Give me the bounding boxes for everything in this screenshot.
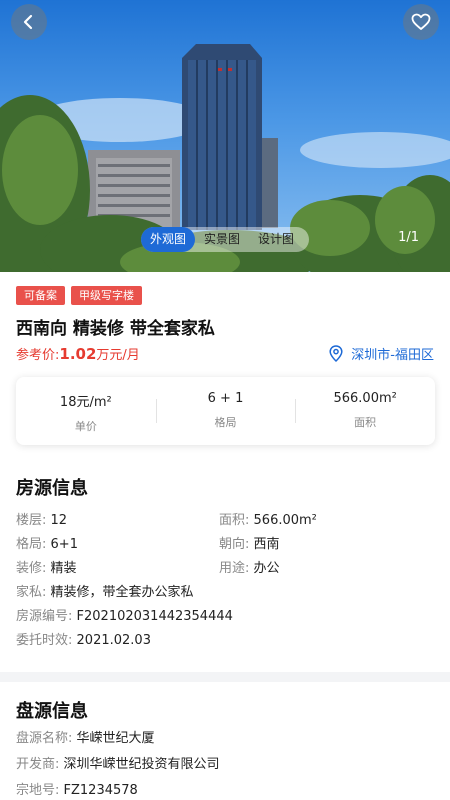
info-row: 委托时效: 2021.02.03 <box>16 629 151 648</box>
info-row: 朝向: 西南 <box>219 533 280 552</box>
info-value: 办公 <box>253 561 280 576</box>
info-row: 格局: 6+1 <box>16 533 78 552</box>
info-key: 面积: <box>219 513 250 528</box>
favorite-button[interactable] <box>403 4 439 40</box>
stat-layout: 6 + 1 格局 <box>155 377 296 445</box>
info-key: 家私: <box>16 585 47 600</box>
chevron-left-icon <box>23 14 33 30</box>
info-key: 盘源名称: <box>16 731 73 746</box>
heart-icon <box>411 13 431 30</box>
gallery-tabs: 外观图 实景图 设计图 <box>141 227 309 252</box>
info-row: 装修: 精装 <box>16 557 77 576</box>
back-button[interactable] <box>11 4 47 40</box>
stat-value: 18元/m² <box>59 395 112 410</box>
info-key: 宗地号: <box>16 783 60 798</box>
info-value: 西南 <box>253 537 280 552</box>
info-key: 朝向: <box>219 537 250 552</box>
stat-value: 566.00m² <box>333 391 397 406</box>
stat-label: 单价 <box>74 420 97 433</box>
badge-list: 可备案 甲级写字楼 <box>16 286 142 305</box>
info-row: 盘源名称: 华嵘世纪大厦 <box>16 727 155 746</box>
stat-unit-price: 18元/m² 单价 <box>16 377 156 445</box>
info-value: 2021.02.03 <box>76 633 151 648</box>
info-value: 566.00m² <box>253 513 317 528</box>
location-link[interactable]: 深圳市-福田区 <box>329 344 434 363</box>
info-row: 宗地号: FZ1234578 <box>16 779 138 798</box>
info-row: 家私: 精装修，带全套办公家私 <box>16 581 194 600</box>
section-title-building-info: 盘源信息 <box>16 701 88 722</box>
info-value: 精装 <box>50 561 77 576</box>
location-text: 深圳市-福田区 <box>351 348 434 363</box>
stats-card: 18元/m² 单价 6 + 1 格局 566.00m² 面积 <box>16 377 435 445</box>
photo-gallery[interactable]: 外观图 实景图 设计图 1/1 <box>0 0 450 272</box>
image-counter: 1/1 <box>398 230 419 245</box>
info-row: 面积: 566.00m² <box>219 509 317 528</box>
info-value: 6+1 <box>50 537 78 552</box>
section-divider <box>0 672 450 682</box>
info-value: 深圳华嵘世纪投资有限公司 <box>63 757 220 772</box>
info-value: F202102031442354444 <box>76 609 233 624</box>
badge-filing: 可备案 <box>16 286 65 305</box>
info-key: 用途: <box>219 561 250 576</box>
price-row: 参考价:1.02万元/月 深圳市-福田区 <box>16 344 434 364</box>
info-value: 华嵘世纪大厦 <box>76 731 155 746</box>
info-row: 用途: 办公 <box>219 557 280 576</box>
section-title-house-info: 房源信息 <box>16 478 88 499</box>
stat-label: 面积 <box>354 416 377 429</box>
price-value: 1.02 <box>59 345 97 363</box>
price-prefix: 参考价: <box>16 348 60 363</box>
badge-grade-a-office: 甲级写字楼 <box>71 286 142 305</box>
stat-value: 6 + 1 <box>207 391 244 406</box>
info-key: 格局: <box>16 537 47 552</box>
info-key: 房源编号: <box>16 609 73 624</box>
info-value: 12 <box>50 513 68 528</box>
info-value: 精装修，带全套办公家私 <box>50 585 194 600</box>
reference-price: 参考价:1.02万元/月 <box>16 344 140 363</box>
info-row: 房源编号: F202102031442354444 <box>16 605 233 624</box>
info-key: 装修: <box>16 561 47 576</box>
info-row: 楼层: 12 <box>16 509 67 528</box>
tab-design[interactable]: 设计图 <box>249 227 303 252</box>
tab-real-scene[interactable]: 实景图 <box>195 227 249 252</box>
stat-label: 格局 <box>214 416 237 429</box>
info-key: 楼层: <box>16 513 47 528</box>
listing-title: 西南向 精装修 带全套家私 <box>16 319 215 339</box>
stat-area: 566.00m² 面积 <box>295 377 435 445</box>
info-key: 开发商: <box>16 757 60 772</box>
tab-exterior[interactable]: 外观图 <box>141 227 196 252</box>
price-unit: 万元/月 <box>96 348 140 363</box>
info-value: FZ1234578 <box>63 783 138 798</box>
info-key: 委托时效: <box>16 633 73 648</box>
info-row: 开发商: 深圳华嵘世纪投资有限公司 <box>16 753 220 772</box>
location-pin-icon <box>329 345 343 362</box>
